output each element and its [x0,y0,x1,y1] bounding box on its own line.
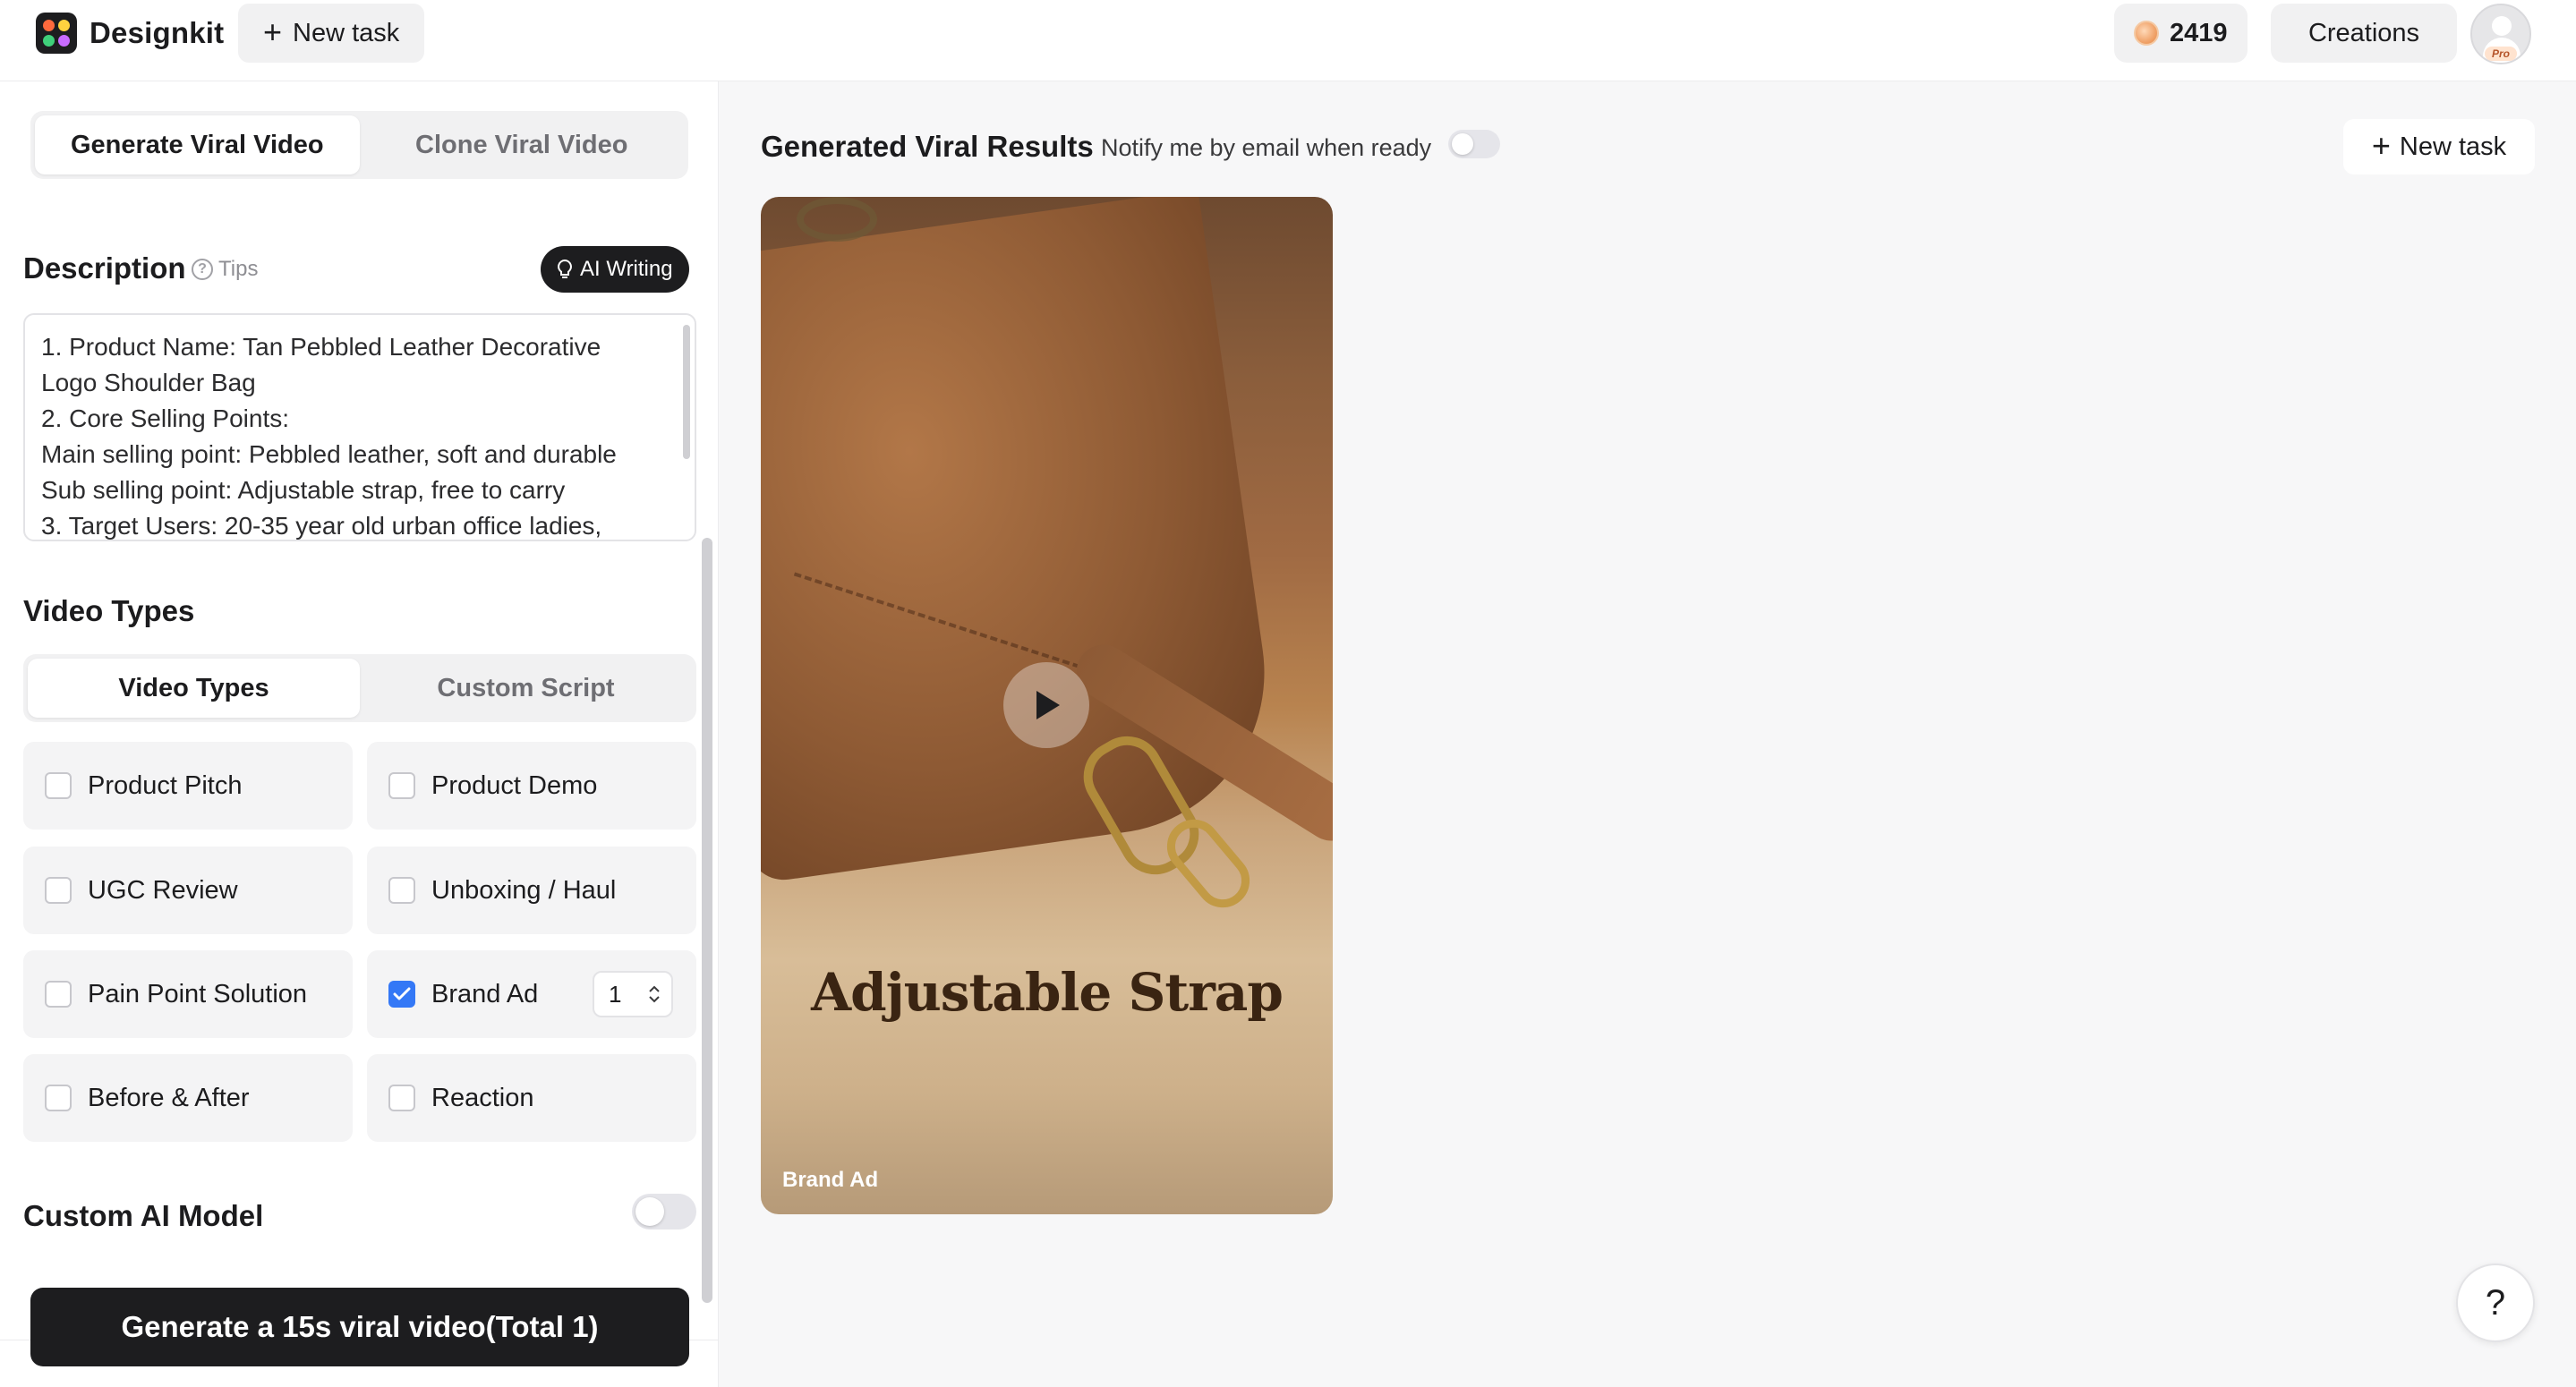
designkit-logo-icon [36,13,77,54]
checkbox[interactable] [45,877,72,904]
video-thumbnail-buckle [797,197,877,242]
toggle-knob [635,1197,664,1226]
ai-writing-label: AI Writing [580,257,673,281]
video-type-product-pitch[interactable]: Product Pitch [23,742,353,830]
mode-tabs: Generate Viral Video Clone Viral Video [30,111,688,179]
plus-icon: + [2371,126,2391,164]
logo[interactable]: Designkit [36,13,224,54]
checkbox[interactable] [45,772,72,799]
video-type-before-after[interactable]: Before & After [23,1054,353,1142]
play-icon [1036,691,1060,719]
video-type-unboxing-haul[interactable]: Unboxing / Haul [367,847,696,934]
video-types-tabs: Video Types Custom Script [23,654,696,722]
video-type-brand-ad[interactable]: Brand Ad 1 [367,950,696,1038]
generate-button[interactable]: Generate a 15s viral video(Total 1) [30,1288,689,1366]
credits-badge[interactable]: 2419 [2114,4,2248,63]
checkbox-checked[interactable] [388,981,415,1008]
video-types-title: Video Types [23,594,195,627]
video-result-card[interactable]: Adjustable Strap Brand Ad [761,197,1333,1214]
user-head-icon [2492,16,2512,36]
video-caption: Adjustable Strap [811,962,1284,1023]
results-title: Generated Viral Results [761,130,1094,163]
app-name: Designkit [90,16,225,49]
checkbox[interactable] [388,1085,415,1111]
description-line: Sub selling point: Adjustable strap, fre… [41,476,566,504]
notify-label: Notify me by email when ready [1101,134,1432,161]
video-type-badge: Brand Ad [782,1168,879,1192]
pro-badge: Pro [2485,47,2517,61]
description-line: 3. Target Users: 20-35 year old urban of… [41,512,602,540]
quantity-value: 1 [609,980,622,1008]
results-new-task-button[interactable]: + New task [2343,119,2535,174]
play-button[interactable] [1003,662,1089,748]
description-textarea[interactable]: 1. Product Name: Tan Pebbled Leather Dec… [23,313,696,541]
video-type-ugc-review[interactable]: UGC Review [23,847,353,934]
left-panel-scrollbar[interactable] [702,538,712,1303]
tips-link[interactable]: ? Tips [192,257,258,282]
question-circle-icon: ? [192,259,213,280]
video-type-label: Unboxing / Haul [431,875,617,905]
lightbulb-icon [558,259,572,278]
description-line: 2. Core Selling Points: [41,404,290,432]
left-panel: Generate Viral Video Clone Viral Video D… [0,81,719,1387]
video-type-label: Brand Ad [431,979,539,1008]
plus-icon: + [263,13,283,50]
video-type-label: Pain Point Solution [88,979,308,1008]
quantity-stepper[interactable]: 1 [593,971,673,1017]
toggle-knob [1452,133,1473,155]
description-title: Description [23,251,186,285]
creations-button[interactable]: Creations [2271,4,2457,63]
checkbox[interactable] [388,772,415,799]
tips-label: Tips [218,257,259,281]
new-task-label: New task [293,18,400,47]
description-line: 1. Product Name: Tan Pebbled Leather Dec… [41,333,601,361]
description-line: Logo Shoulder Bag [41,369,256,396]
ai-writing-button[interactable]: AI Writing [541,246,689,293]
top-bar: Designkit + New task 2419 Creations Pro [0,0,2576,81]
description-scrollbar[interactable] [683,325,690,459]
help-button[interactable]: ? [2456,1264,2535,1342]
checkbox[interactable] [388,877,415,904]
video-type-label: Product Pitch [88,770,243,800]
custom-ai-model-title: Custom AI Model [23,1199,264,1232]
coin-icon [2134,21,2159,46]
checkmark-icon [393,987,411,1000]
tab-clone-viral-video[interactable]: Clone Viral Video [360,115,685,174]
notify-toggle[interactable] [1448,130,1500,158]
credits-count: 2419 [2170,18,2228,47]
tab-generate-viral-video[interactable]: Generate Viral Video [35,115,360,174]
new-task-label: New task [2399,132,2507,161]
video-type-pain-point-solution[interactable]: Pain Point Solution [23,950,353,1038]
custom-ai-model-toggle[interactable] [632,1194,696,1230]
stepper-arrows[interactable] [648,985,661,1003]
description-line: Main selling point: Pebbled leather, sof… [41,440,617,468]
video-type-label: Reaction [431,1083,534,1112]
video-type-label: UGC Review [88,875,238,905]
video-type-label: Before & After [88,1083,250,1112]
chevron-up-icon[interactable] [648,985,661,993]
chevron-down-icon[interactable] [648,995,661,1003]
video-type-product-demo[interactable]: Product Demo [367,742,696,830]
tab-video-types[interactable]: Video Types [28,659,360,718]
checkbox[interactable] [45,981,72,1008]
video-type-label: Product Demo [431,770,598,800]
new-task-button[interactable]: + New task [238,4,425,63]
video-type-reaction[interactable]: Reaction [367,1054,696,1142]
tab-custom-script[interactable]: Custom Script [360,659,692,718]
checkbox[interactable] [45,1085,72,1111]
